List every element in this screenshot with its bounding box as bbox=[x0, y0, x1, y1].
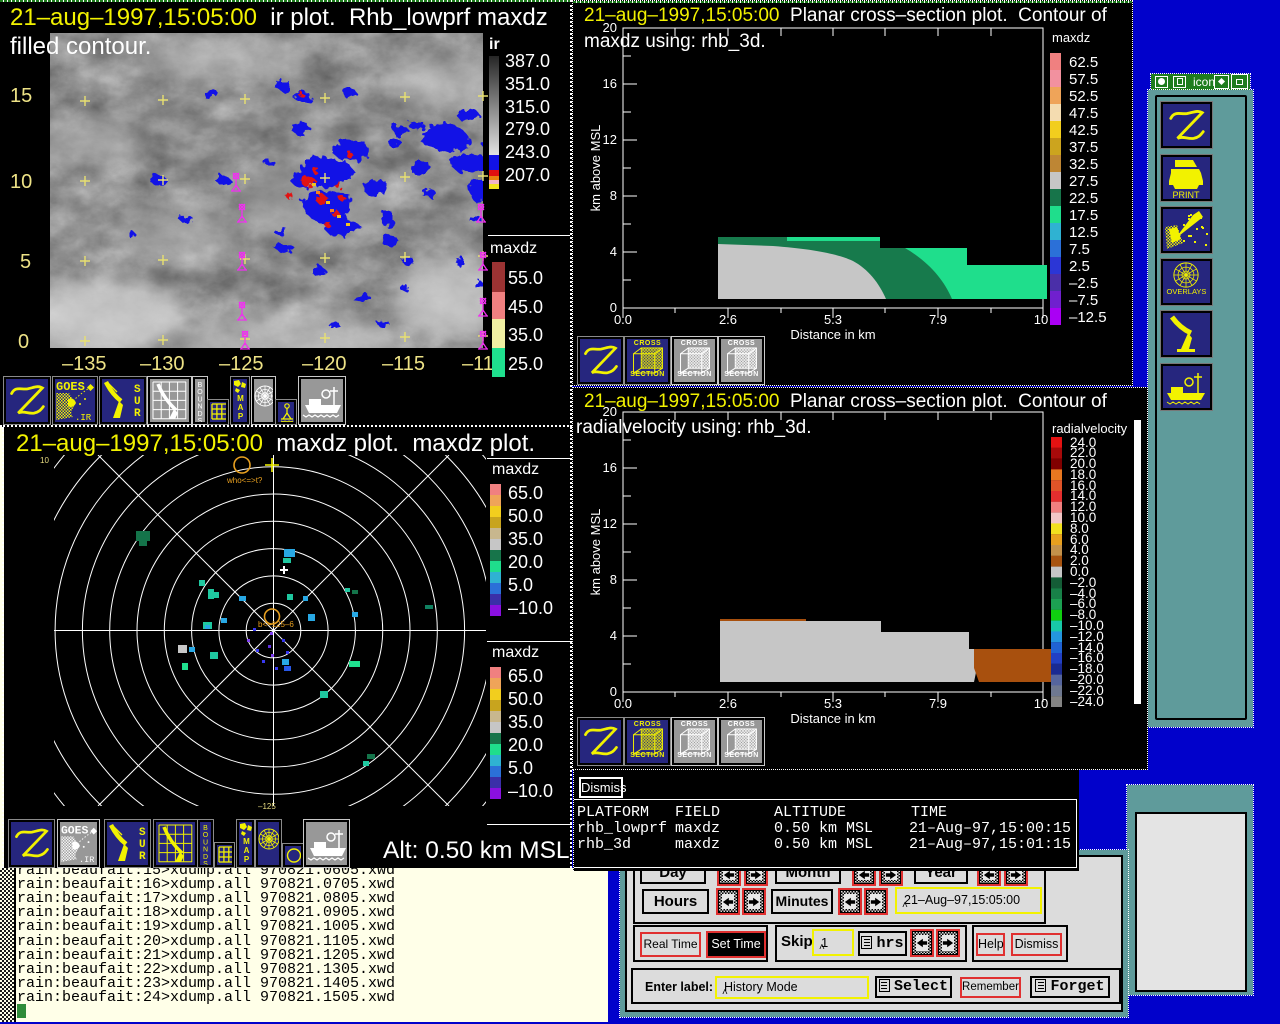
svg-text:who<=>t?: who<=>t? bbox=[226, 476, 263, 485]
svg-text:B: B bbox=[198, 382, 203, 389]
svg-text:N: N bbox=[203, 847, 208, 854]
svg-text:S: S bbox=[134, 384, 141, 396]
svg-text:.IR: .IR bbox=[75, 413, 92, 422]
svg-text:O: O bbox=[197, 389, 203, 396]
svg-text:A: A bbox=[238, 403, 244, 412]
svg-text:–125: –125 bbox=[258, 802, 276, 811]
svg-text:S: S bbox=[203, 861, 208, 865]
svg-text:S: S bbox=[198, 418, 203, 422]
svg-text:D: D bbox=[203, 854, 208, 861]
svg-text:D: D bbox=[197, 411, 202, 418]
svg-text:U: U bbox=[139, 839, 146, 851]
svg-text:A: A bbox=[244, 846, 250, 855]
svg-text:P: P bbox=[238, 412, 244, 421]
svg-text:b<–125–6: b<–125–6 bbox=[258, 620, 294, 629]
svg-text:R: R bbox=[139, 851, 146, 863]
svg-text:U: U bbox=[134, 396, 141, 408]
svg-text:O: O bbox=[203, 832, 209, 839]
svg-text:N: N bbox=[197, 404, 202, 411]
svg-text:GOES: GOES bbox=[61, 826, 89, 838]
svg-text:P: P bbox=[244, 855, 250, 864]
svg-text:.IR: .IR bbox=[79, 855, 94, 865]
svg-text:R: R bbox=[134, 408, 141, 420]
svg-text:B: B bbox=[203, 825, 208, 832]
svg-text:M: M bbox=[237, 394, 244, 403]
svg-text:S: S bbox=[139, 827, 146, 839]
svg-text:PRINT: PRINT bbox=[1173, 190, 1201, 199]
svg-text:GOES: GOES bbox=[56, 380, 85, 394]
svg-text:U: U bbox=[197, 396, 202, 403]
svg-text:U: U bbox=[203, 839, 208, 846]
svg-text:M: M bbox=[243, 837, 250, 846]
